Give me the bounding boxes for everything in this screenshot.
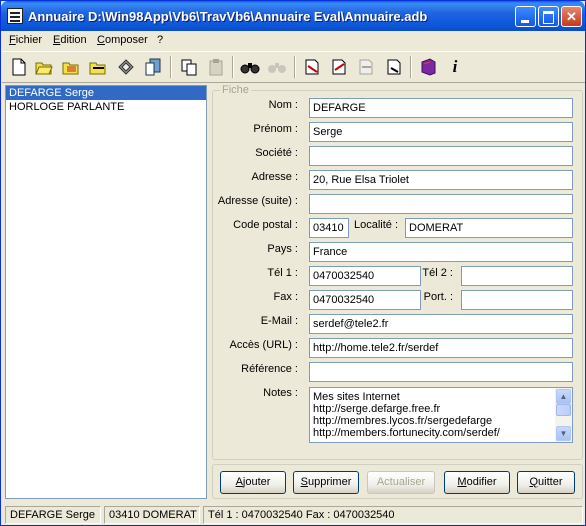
societe-field[interactable] xyxy=(309,146,573,166)
save-as-icon[interactable] xyxy=(86,55,110,79)
book-icon[interactable] xyxy=(416,55,440,79)
menu-help[interactable]: ? xyxy=(157,34,163,46)
menu-fichier-label: ichier xyxy=(15,34,43,46)
menu-edition-label: dition xyxy=(60,34,87,46)
port-label: Port. : xyxy=(423,291,453,303)
adresse-suite-field[interactable] xyxy=(309,194,573,214)
pays-label: Pays : xyxy=(267,243,298,255)
adresse-label: Adresse : xyxy=(251,171,298,183)
tel1-label: Tél 1 : xyxy=(267,267,298,279)
title-bar[interactable]: Annuaire D:\Win98App\Vb6\TravVb6\Annuair… xyxy=(1,1,585,31)
paste-icon[interactable] xyxy=(204,55,228,79)
code-postal-field[interactable]: 03410 xyxy=(309,218,349,238)
toolbar: i xyxy=(2,51,585,83)
ajouter-button[interactable]: Ajouter xyxy=(220,471,286,494)
letter-icon[interactable] xyxy=(300,55,324,79)
maximize-button[interactable] xyxy=(538,6,559,27)
list-item[interactable]: DEFARGE Serge xyxy=(6,86,206,100)
info-icon[interactable]: i xyxy=(443,55,467,79)
status-phones: Tél 1 : 0470032540 Fax : 0470032540 xyxy=(203,506,583,524)
menu-fichier[interactable]: Fichier xyxy=(9,34,42,46)
modifier-button[interactable]: Modifier xyxy=(444,471,510,494)
supprimer-accel: S xyxy=(300,476,308,488)
actualiser-button[interactable]: Actualiser xyxy=(367,471,435,494)
save-icon[interactable] xyxy=(59,55,83,79)
fax-field[interactable]: 0470032540 xyxy=(309,290,421,310)
email-field[interactable]: serdef@tele2.fr xyxy=(309,314,573,334)
modifier-accel: M xyxy=(457,476,467,488)
port-field[interactable] xyxy=(461,290,573,310)
notes-line: http://members.fortunecity.com/serdef/ xyxy=(313,427,500,439)
find-icon[interactable] xyxy=(238,55,262,79)
reference-label: Référence : xyxy=(241,363,298,375)
merge-icon[interactable] xyxy=(354,55,378,79)
supprimer-button[interactable]: Supprimer xyxy=(293,471,359,494)
find-next-icon[interactable] xyxy=(265,55,289,79)
status-bar: DEFARGE Serge 03410 DOMERAT Tél 1 : 0470… xyxy=(2,504,585,525)
menu-bar: Fichier Edition Composer ? xyxy=(2,31,585,50)
acces-label: Accès (URL) : xyxy=(229,339,298,351)
quitter-button[interactable]: Quitter xyxy=(517,471,575,494)
email-label: E-Mail : xyxy=(260,315,298,327)
localite-label: Localité : xyxy=(353,219,398,231)
nom-field[interactable]: DEFARGE xyxy=(309,98,573,118)
minimize-button[interactable] xyxy=(515,6,536,27)
scroll-thumb[interactable] xyxy=(556,404,571,416)
notes-line: Mes sites Internet xyxy=(313,391,400,403)
status-city: 03410 DOMERAT xyxy=(104,506,200,524)
prenom-label: Prénom : xyxy=(253,123,298,135)
copy-icon[interactable] xyxy=(177,55,201,79)
supprimer-label: upprimer xyxy=(307,476,352,488)
localite-field[interactable]: DOMERAT xyxy=(405,218,573,238)
nom-label: Nom : xyxy=(268,99,298,111)
reference-field[interactable] xyxy=(309,362,573,382)
new-icon[interactable] xyxy=(7,55,31,79)
menu-composer[interactable]: Composer xyxy=(97,34,148,46)
notes-textarea[interactable]: Mes sites Internet http://serge.defarge.… xyxy=(309,387,573,443)
menu-edition[interactable]: Edition xyxy=(53,34,87,46)
export-icon[interactable] xyxy=(141,55,165,79)
quitter-label: uitter xyxy=(538,476,563,488)
open-icon[interactable] xyxy=(32,55,56,79)
tel1-field[interactable]: 0470032540 xyxy=(309,266,421,286)
notes-line: http://serge.defarge.free.fr xyxy=(313,403,441,415)
app-icon[interactable] xyxy=(7,8,23,24)
toolbar-separator xyxy=(232,56,234,78)
notes-scrollbar[interactable]: ▲ ▼ xyxy=(555,388,572,442)
letter-fill-icon[interactable] xyxy=(327,55,351,79)
toolbar-separator xyxy=(294,56,296,78)
tel2-field[interactable] xyxy=(461,266,573,286)
close-button[interactable] xyxy=(561,6,582,27)
tel2-label: Tél 2 : xyxy=(422,267,453,279)
ajouter-accel: A xyxy=(235,476,243,488)
status-name: DEFARGE Serge xyxy=(5,506,101,524)
acces-field[interactable]: http://home.tele2.fr/serdef xyxy=(309,338,573,358)
notes-label: Notes : xyxy=(263,387,298,399)
envelope-icon[interactable] xyxy=(382,55,406,79)
menu-composer-accel: C xyxy=(97,34,105,46)
adresse-suite-label: Adresse (suite) : xyxy=(217,195,298,207)
contact-list[interactable]: DEFARGE Serge HORLOGE PARLANTE xyxy=(5,85,207,499)
fiche-group-title: Fiche xyxy=(220,84,251,96)
toolbar-separator xyxy=(410,56,412,78)
ajouter-label: jouter xyxy=(242,476,271,488)
list-item[interactable]: HORLOGE PARLANTE xyxy=(6,100,206,114)
window-title: Annuaire D:\Win98App\Vb6\TravVb6\Annuair… xyxy=(28,9,428,24)
scroll-up-icon[interactable]: ▲ xyxy=(556,389,571,404)
code-postal-label: Code postal : xyxy=(233,219,298,231)
prenom-field[interactable]: Serge xyxy=(309,122,573,142)
scroll-down-icon[interactable]: ▼ xyxy=(556,426,571,441)
pays-field[interactable]: France xyxy=(309,242,573,262)
quitter-accel: Q xyxy=(529,476,539,488)
modifier-label: odifier xyxy=(466,476,497,488)
menu-fichier-accel: F xyxy=(9,34,16,46)
notes-line: http://membres.lycos.fr/sergedefarge xyxy=(313,415,493,427)
societe-label: Société : xyxy=(255,147,298,159)
app-window: Annuaire D:\Win98App\Vb6\TravVb6\Annuair… xyxy=(0,0,586,526)
fax-label: Fax : xyxy=(273,291,298,303)
adresse-field[interactable]: 20, Rue Elsa Triolet xyxy=(309,170,573,190)
print-setup-icon[interactable] xyxy=(114,55,138,79)
menu-composer-label: omposer xyxy=(104,34,148,46)
toolbar-separator xyxy=(170,56,172,78)
